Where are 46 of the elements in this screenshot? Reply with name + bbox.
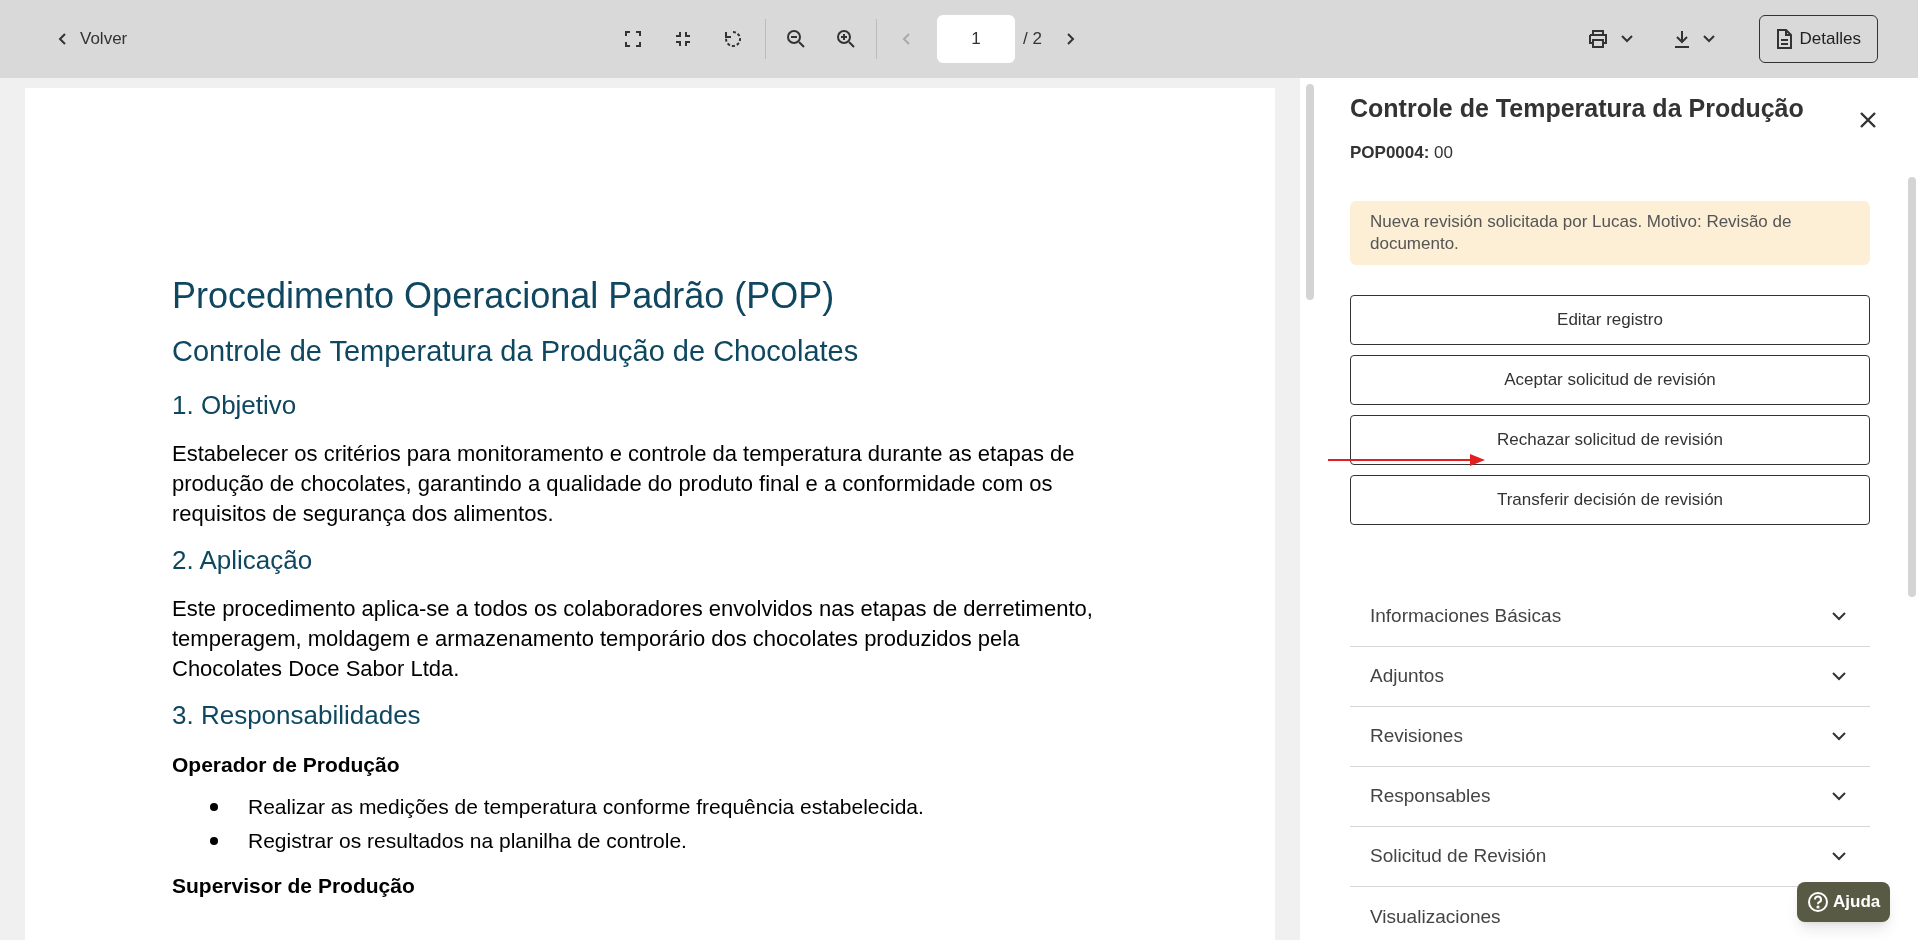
chevron-down-icon[interactable] [1832,732,1846,741]
action-button[interactable]: Aceptar solicitud de revisión [1350,355,1870,405]
help-icon [1807,891,1829,913]
chevron-down-icon[interactable] [1832,792,1846,801]
section-heading: 3. Responsabilidades [172,698,422,732]
help-button[interactable]: Ajuda [1797,882,1891,922]
role-heading: Operador de Produção [172,751,401,778]
caret-icon [1702,35,1715,43]
accordion-header[interactable]: Revisiones [1370,722,1463,751]
action-button[interactable]: Rechazar solicitud de revisión [1350,415,1870,465]
chevron-down-icon[interactable] [1832,852,1846,861]
back-button[interactable]: Volver [50,18,136,60]
document-icon [1775,29,1792,49]
print-icon [1586,29,1609,49]
notice-banner: Nueva revisión solicitada por Lucas. Motivo: Revisão de documento. [1350,201,1870,265]
scrollbar[interactable] [1908,177,1916,597]
back-chevron-icon [58,32,68,46]
page-total: / 2 [1023,28,1042,51]
bullet-icon [210,803,218,811]
document-subtitle: Controle de Temperatura da Produção de Chocolates [172,334,860,369]
accordion-header[interactable]: Informaciones Básicas [1370,602,1562,631]
accordion-header[interactable]: Adjuntos [1370,662,1444,691]
close-icon[interactable] [1858,110,1878,130]
list-item: Realizar as medições de temperatura conforme frequência estabelecida. [248,794,924,820]
chevron-down-icon[interactable] [1832,672,1846,681]
details-button[interactable]: Detalles [1758,15,1878,63]
panel-title: Controle de Temperatura da Produção [1350,93,1805,124]
accordion-header[interactable]: Solicitud de Revisión [1370,842,1547,871]
accordion-header[interactable]: Visualizaciones [1370,902,1501,932]
chevron-down-icon[interactable] [1832,612,1846,621]
action-button[interactable]: Editar registro [1350,295,1870,345]
download-icon [1672,29,1691,49]
list-item: Registrar os resultados na planilha de controle. [248,828,687,854]
action-button[interactable]: Transferir decisión de revisión [1350,475,1870,525]
role-heading: Supervisor de Produção [172,873,416,899]
section-heading: 1. Objetivo [172,388,298,422]
document-title: Procedimento Operacional Padrão (POP) [172,274,836,318]
bullet-icon [210,837,218,845]
scrollbar[interactable] [1306,84,1314,300]
document-code: POP0004: 00 [1350,141,1455,164]
paragraph: Estabelecer os critérios para monitoramento e controle da temperatura durante as etapas de produção de chocolates, garantindo a qualidade do produto final e a conformidade com os requisitos de segurança dos alimentos. [172,439,1076,528]
section-heading: 2. Aplicação [172,543,314,577]
paragraph: Este procedimento aplica-se a todos os colaboradores envolvidos nas etapas de derretimento, temperagem, moldagem e armazenamento temporário dos chocolates produzidos pela Chocolates Doce Sabor Ltda. [172,594,1094,683]
caret-icon [1620,35,1633,43]
page-number-field[interactable]: 1 [937,15,1015,63]
accordion-header[interactable]: Responsables [1370,782,1491,811]
